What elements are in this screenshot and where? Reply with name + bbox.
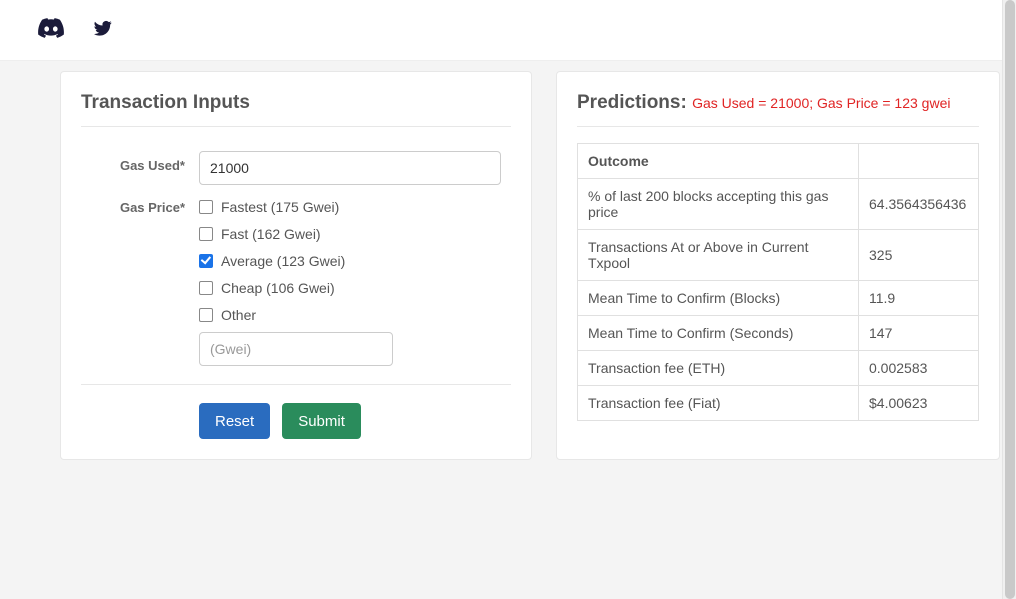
predictions-card: Predictions: Gas Used = 21000; Gas Price… bbox=[556, 71, 1000, 460]
table-header-value bbox=[859, 144, 979, 179]
table-row: Mean Time to Confirm (Blocks)11.9 bbox=[578, 281, 979, 316]
divider bbox=[81, 384, 511, 385]
predictions-title: Predictions: Gas Used = 21000; Gas Price… bbox=[577, 92, 979, 127]
option-label: Fastest (175 Gwei) bbox=[221, 199, 339, 215]
gas-price-label: Gas Price* bbox=[81, 193, 199, 366]
option-label: Fast (162 Gwei) bbox=[221, 226, 321, 242]
submit-button[interactable]: Submit bbox=[282, 403, 361, 439]
option-label: Other bbox=[221, 307, 256, 323]
gas-price-other-input[interactable] bbox=[199, 332, 393, 366]
checkbox-fastest[interactable] bbox=[199, 200, 213, 214]
inputs-title: Transaction Inputs bbox=[81, 92, 511, 127]
checkbox-other[interactable] bbox=[199, 308, 213, 322]
scrollbar-track[interactable] bbox=[1002, 0, 1016, 599]
reset-button[interactable]: Reset bbox=[199, 403, 270, 439]
checkbox-cheap[interactable] bbox=[199, 281, 213, 295]
gas-used-label: Gas Used* bbox=[81, 151, 199, 185]
scrollbar-thumb[interactable] bbox=[1005, 0, 1015, 599]
table-row: Transactions At or Above in Current Txpo… bbox=[578, 230, 979, 281]
twitter-icon[interactable] bbox=[92, 19, 114, 42]
table-row: Mean Time to Confirm (Seconds)147 bbox=[578, 316, 979, 351]
checkbox-fast[interactable] bbox=[199, 227, 213, 241]
checkbox-average[interactable] bbox=[199, 254, 213, 268]
option-label: Average (123 Gwei) bbox=[221, 253, 345, 269]
predictions-subtitle: Gas Used = 21000; Gas Price = 123 gwei bbox=[692, 95, 950, 111]
top-bar bbox=[0, 0, 1016, 61]
table-row: Transaction fee (Fiat)$4.00623 bbox=[578, 386, 979, 421]
gas-used-input[interactable] bbox=[199, 151, 501, 185]
predictions-table: Outcome % of last 200 blocks accepting t… bbox=[577, 143, 979, 421]
main-content: Transaction Inputs Gas Used* Gas Price* … bbox=[0, 61, 1016, 460]
inputs-card: Transaction Inputs Gas Used* Gas Price* … bbox=[60, 71, 532, 460]
discord-icon[interactable] bbox=[38, 18, 64, 43]
table-header-outcome: Outcome bbox=[578, 144, 859, 179]
table-row: % of last 200 blocks accepting this gas … bbox=[578, 179, 979, 230]
option-label: Cheap (106 Gwei) bbox=[221, 280, 335, 296]
table-row: Transaction fee (ETH)0.002583 bbox=[578, 351, 979, 386]
